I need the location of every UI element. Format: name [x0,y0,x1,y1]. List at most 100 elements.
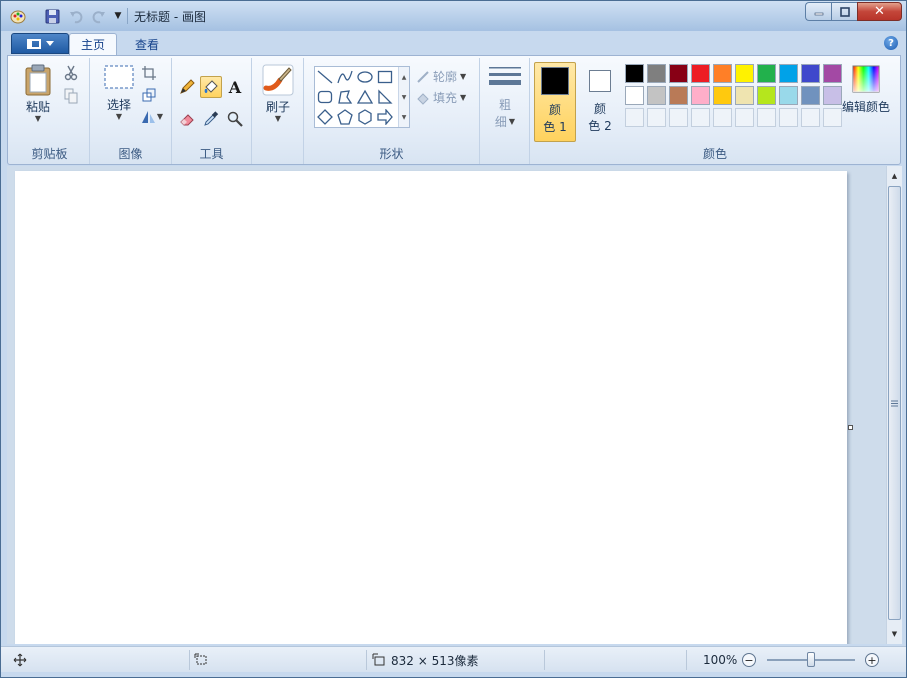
fill-bucket-icon[interactable] [200,76,222,98]
custom-color-slot[interactable] [779,108,798,127]
canvas-resize-handle[interactable] [848,425,853,430]
diamond-shape-icon[interactable] [315,107,335,127]
redo-icon[interactable] [89,7,107,25]
size-button[interactable]: 粗 细 ▼ [486,64,524,130]
custom-color-slot[interactable] [801,108,820,127]
group-image: 选择 ▼ ▼ 图像 [90,58,172,164]
right-triangle-shape-icon[interactable] [375,87,395,107]
fill-label: 填充 [433,91,458,105]
rounded-rectangle-shape-icon[interactable] [315,87,335,107]
palette-color-swatch[interactable] [669,64,688,83]
minimize-button[interactable] [805,2,831,21]
brushes-button[interactable]: 刷子 ▼ [258,64,298,123]
paint-app-icon[interactable] [9,7,27,25]
palette-color-swatch[interactable] [647,64,666,83]
palette-color-swatch[interactable] [801,64,820,83]
brushes-dropdown-icon[interactable]: ▼ [275,115,281,123]
rotate-icon[interactable]: ▼ [140,108,164,126]
zoom-out-button[interactable]: − [742,653,756,667]
palette-color-swatch[interactable] [691,86,710,105]
scroll-down-icon[interactable]: ▼ [887,626,902,642]
tab-home[interactable]: 主页 [69,33,118,55]
group-label-image: 图像 [118,147,143,161]
status-divider [189,650,190,670]
customize-toolbar-icon[interactable]: ▼ [109,7,127,25]
scroll-up-icon[interactable]: ▲ [887,168,902,184]
edit-colors-label: 编辑颜色 [841,100,890,114]
copy-icon[interactable] [62,87,80,105]
tab-view[interactable]: 查看 [124,33,170,55]
scrollbar-thumb[interactable] [888,186,901,620]
pencil-tool-icon[interactable] [176,76,198,98]
shapes-scrollbar[interactable]: ▲ ▼ ▼ [398,67,409,127]
ribbon-tabs: 主页 查看 ? [7,31,902,55]
color-picker-icon[interactable] [200,108,222,130]
group-colors: 颜 色 1 颜 色 2 编辑颜色 颜色 [530,58,900,164]
arrow-shape-icon[interactable] [375,107,395,127]
paste-dropdown-icon[interactable]: ▼ [35,115,41,123]
edit-colors-icon [852,65,880,93]
custom-color-slot[interactable] [625,108,644,127]
triangle-shape-icon[interactable] [355,87,375,107]
palette-color-swatch[interactable] [779,86,798,105]
color2-button[interactable]: 颜 色 2 [580,62,620,142]
polygon-shape-icon[interactable] [335,87,355,107]
paste-icon [25,64,51,96]
edit-colors-button[interactable]: 编辑颜色 [838,64,894,115]
fill-button[interactable]: 填充 ▼ [416,89,466,106]
palette-color-swatch[interactable] [801,86,820,105]
palette-color-swatch[interactable] [625,64,644,83]
paint-menu-button[interactable] [11,33,69,54]
custom-color-slot[interactable] [757,108,776,127]
resize-icon[interactable] [140,86,158,104]
maximize-button[interactable] [831,2,857,21]
palette-color-swatch[interactable] [779,64,798,83]
paste-button[interactable]: 粘贴 ▼ [18,64,58,123]
palette-color-swatch[interactable] [757,64,776,83]
hexagon-shape-icon[interactable] [355,107,375,127]
save-icon[interactable] [43,7,61,25]
palette-color-swatch[interactable] [647,86,666,105]
custom-color-slot[interactable] [713,108,732,127]
zoom-slider-thumb[interactable] [807,652,815,667]
group-label-tools: 工具 [199,147,224,161]
palette-color-swatch[interactable] [713,86,732,105]
status-divider [366,650,367,670]
line-shape-icon[interactable] [315,67,335,87]
zoom-in-button[interactable]: + [865,653,879,667]
vertical-scrollbar[interactable]: ▲ ▼ [886,166,902,644]
oval-shape-icon[interactable] [355,67,375,87]
drawing-canvas[interactable] [15,171,847,644]
custom-color-slot[interactable] [735,108,754,127]
palette-color-swatch[interactable] [735,86,754,105]
palette-color-swatch[interactable] [625,86,644,105]
pentagon-shape-icon[interactable] [335,107,355,127]
palette-color-swatch[interactable] [735,64,754,83]
group-label-colors: 颜色 [702,147,727,161]
custom-color-slot[interactable] [691,108,710,127]
undo-icon[interactable] [67,7,85,25]
cut-icon[interactable] [62,64,80,82]
rectangle-shape-icon[interactable] [375,67,395,87]
eraser-icon[interactable] [176,108,198,130]
crop-icon[interactable] [140,64,158,82]
text-tool-icon[interactable]: A [224,76,246,98]
outline-button[interactable]: 轮廓 ▼ [416,68,466,85]
custom-color-slot[interactable] [647,108,666,127]
size-label-line1: 粗 [498,98,511,112]
shapes-gallery: ▲ ▼ ▼ [314,66,410,128]
select-button[interactable]: 选择 ▼ [96,64,142,121]
curve-shape-icon[interactable] [335,67,355,87]
brush-icon [262,64,294,96]
custom-color-slot[interactable] [669,108,688,127]
palette-color-swatch[interactable] [691,64,710,83]
magnifier-icon[interactable] [224,108,246,130]
palette-color-swatch[interactable] [757,86,776,105]
palette-color-swatch[interactable] [669,86,688,105]
color1-button[interactable]: 颜 色 1 [534,62,576,142]
help-icon[interactable]: ? [884,36,898,50]
close-button[interactable]: ✕ [857,2,902,21]
select-dropdown-icon[interactable]: ▼ [116,113,122,121]
paste-label: 粘贴 [25,100,50,114]
palette-color-swatch[interactable] [713,64,732,83]
